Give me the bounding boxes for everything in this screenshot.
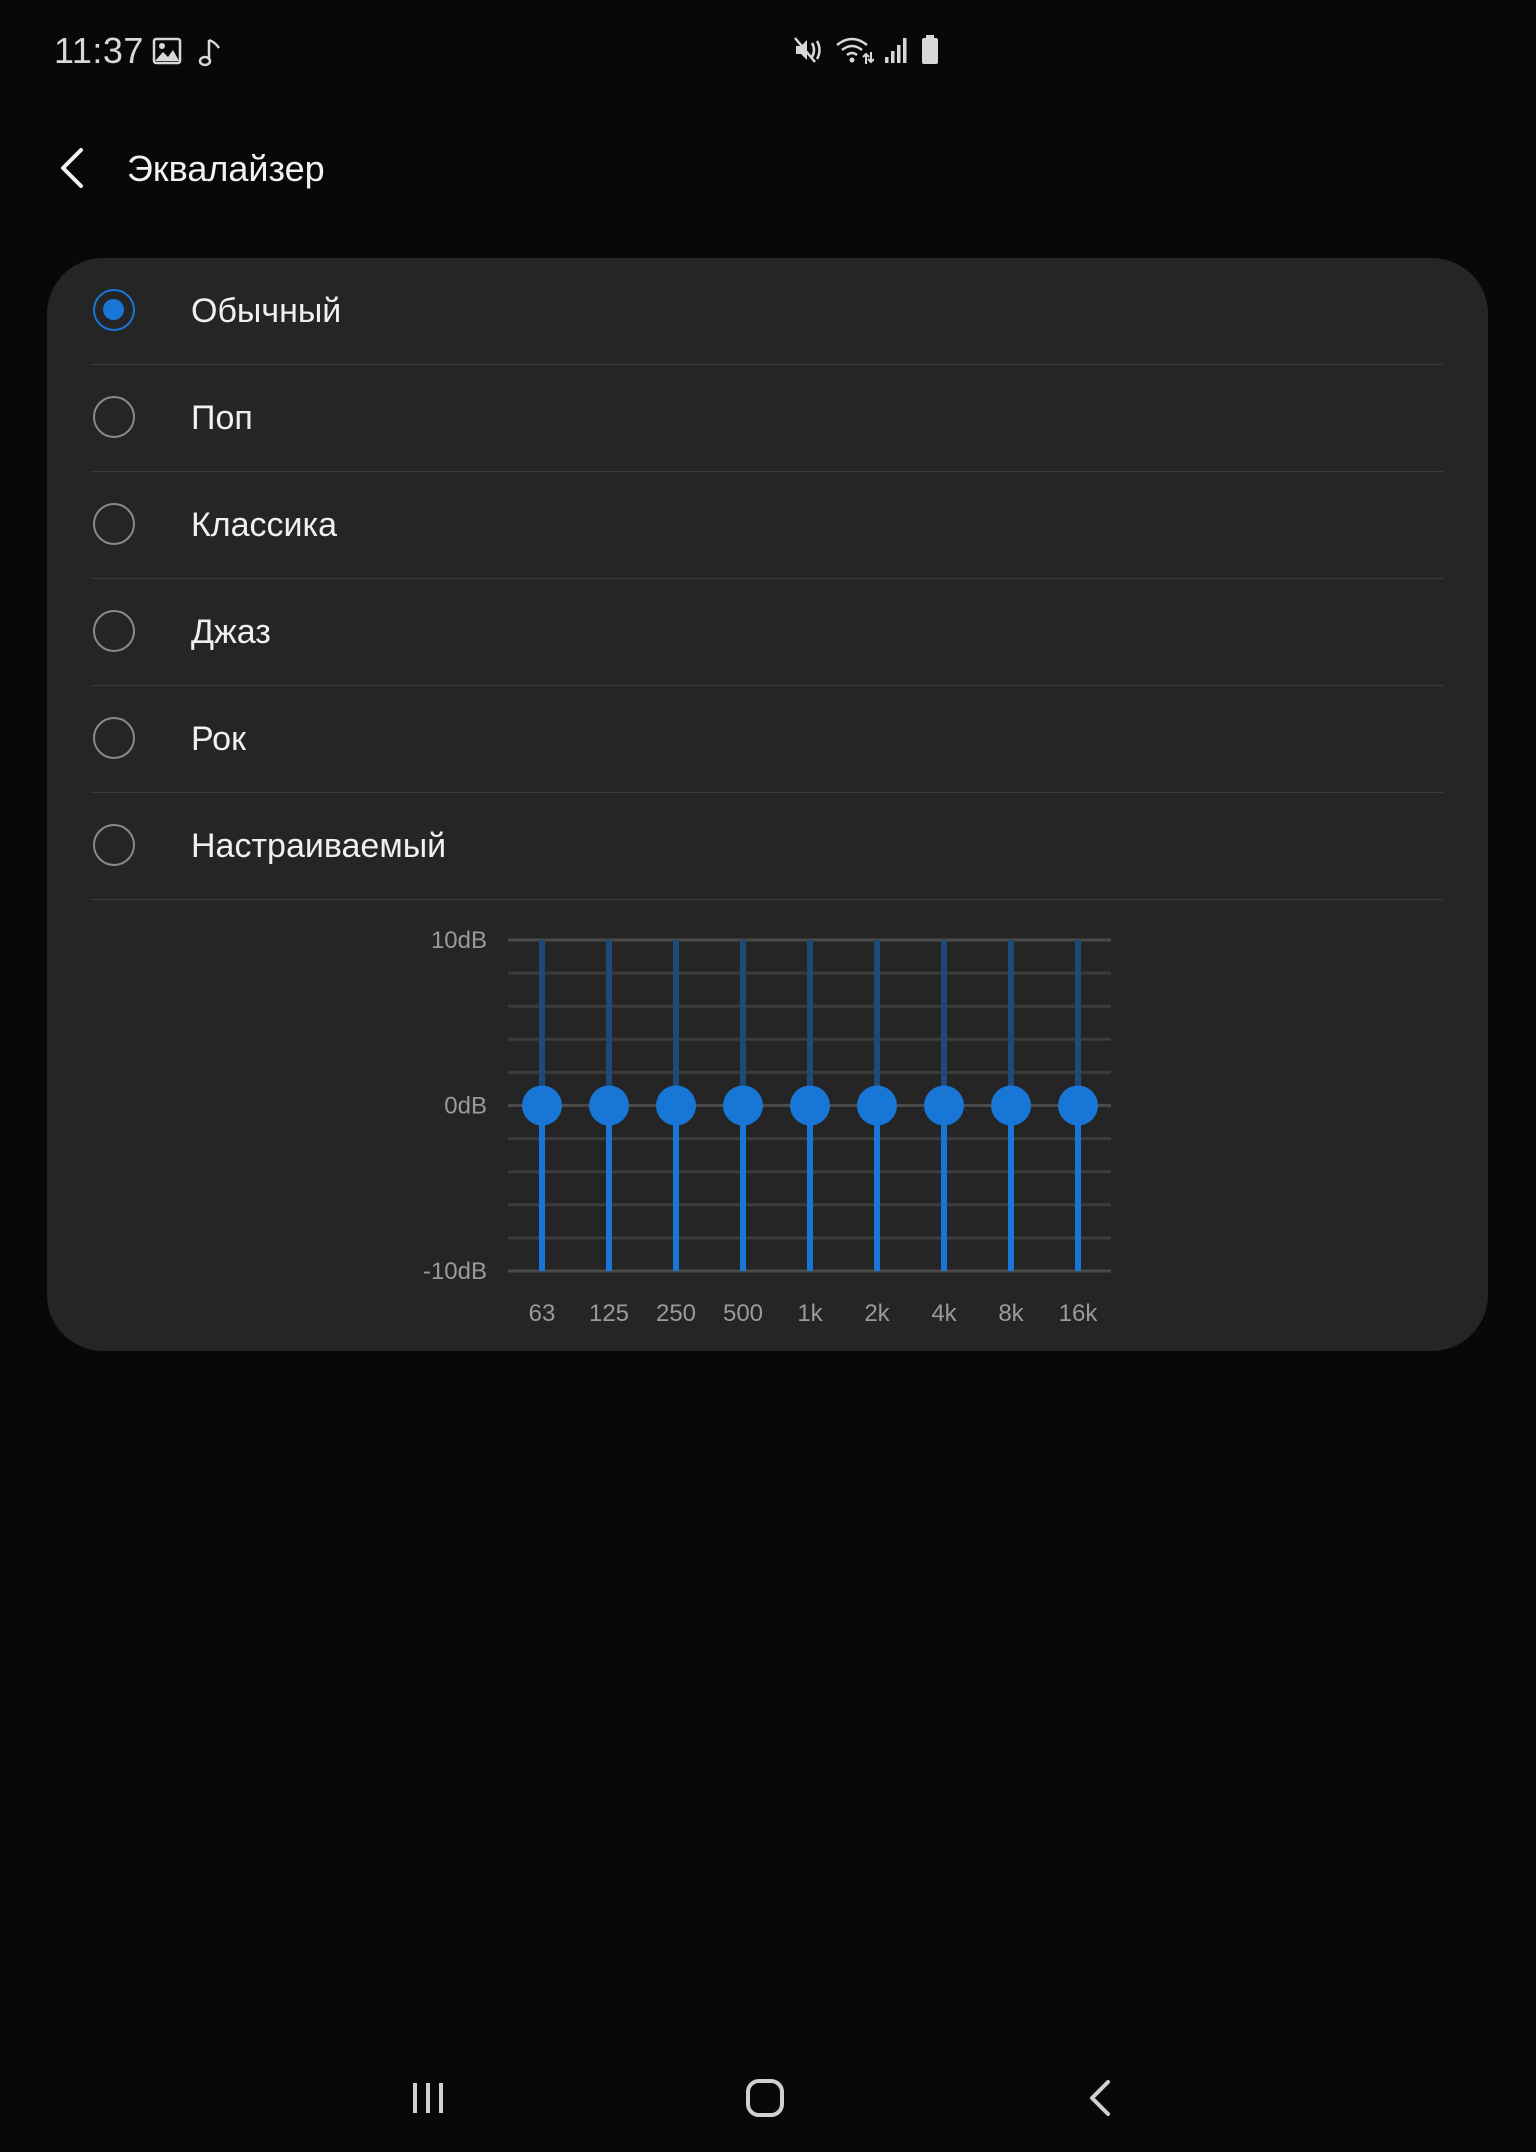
band-label: 16k	[1059, 1300, 1099, 1327]
signal-icon	[884, 35, 910, 70]
home-button[interactable]	[720, 2060, 810, 2140]
band-label: 2k	[864, 1300, 890, 1327]
slider-knob[interactable]	[991, 1085, 1031, 1126]
gallery-icon	[152, 36, 182, 73]
wifi-icon	[834, 34, 875, 71]
status-bar: 11:37	[0, 0, 1536, 104]
slider-knob[interactable]	[924, 1085, 964, 1126]
slider-knob[interactable]	[522, 1085, 562, 1126]
recent-apps-button[interactable]	[383, 2060, 473, 2140]
band-label: 8k	[998, 1300, 1024, 1327]
recent-apps-icon	[408, 2078, 448, 2123]
page-title: Эквалайзер	[127, 148, 325, 189]
status-time: 11:37	[54, 30, 144, 71]
back-icon	[1084, 2077, 1116, 2124]
equalizer-card: Обычный Поп Классика Джаз Рок Настраивае…	[47, 258, 1488, 1351]
slider-knob[interactable]	[589, 1085, 629, 1126]
y-axis-label: 0dB	[444, 1093, 487, 1120]
y-axis-label: -10dB	[423, 1258, 487, 1285]
y-axis-label: 10dB	[431, 927, 487, 954]
battery-icon	[920, 34, 940, 71]
mute-icon	[792, 34, 824, 71]
nav-back-button[interactable]	[1055, 2060, 1145, 2140]
app-header: Эквалайзер	[0, 130, 1536, 210]
slider-knob[interactable]	[790, 1085, 830, 1126]
slider-knob[interactable]	[723, 1085, 763, 1126]
equalizer-screen: 11:37 Эквалайзер Обычный Поп Классика Дж…	[0, 0, 1536, 2152]
chevron-left-icon	[57, 146, 87, 195]
band-label: 4k	[931, 1300, 957, 1327]
back-button[interactable]	[44, 130, 100, 210]
band-label: 1k	[797, 1300, 823, 1327]
music-note-icon	[198, 36, 224, 73]
slider-knob[interactable]	[857, 1085, 897, 1126]
home-icon	[744, 2077, 786, 2124]
equalizer-svg: 10dB 0dB -10dB 63 125 250 500 1k 2k 4k 8k 16k	[423, 927, 1111, 1327]
slider-knob[interactable]	[656, 1085, 696, 1126]
band-label: 63	[529, 1300, 556, 1327]
equalizer-chart: 10dB 0dB -10dB 63 125 250 500 1k 2k 4k 8k 16k	[47, 258, 1488, 1351]
band-label: 125	[589, 1300, 629, 1327]
navigation-bar	[0, 2060, 1536, 2140]
band-label: 500	[723, 1300, 763, 1327]
slider-knob[interactable]	[1058, 1085, 1098, 1126]
band-label: 250	[656, 1300, 696, 1327]
